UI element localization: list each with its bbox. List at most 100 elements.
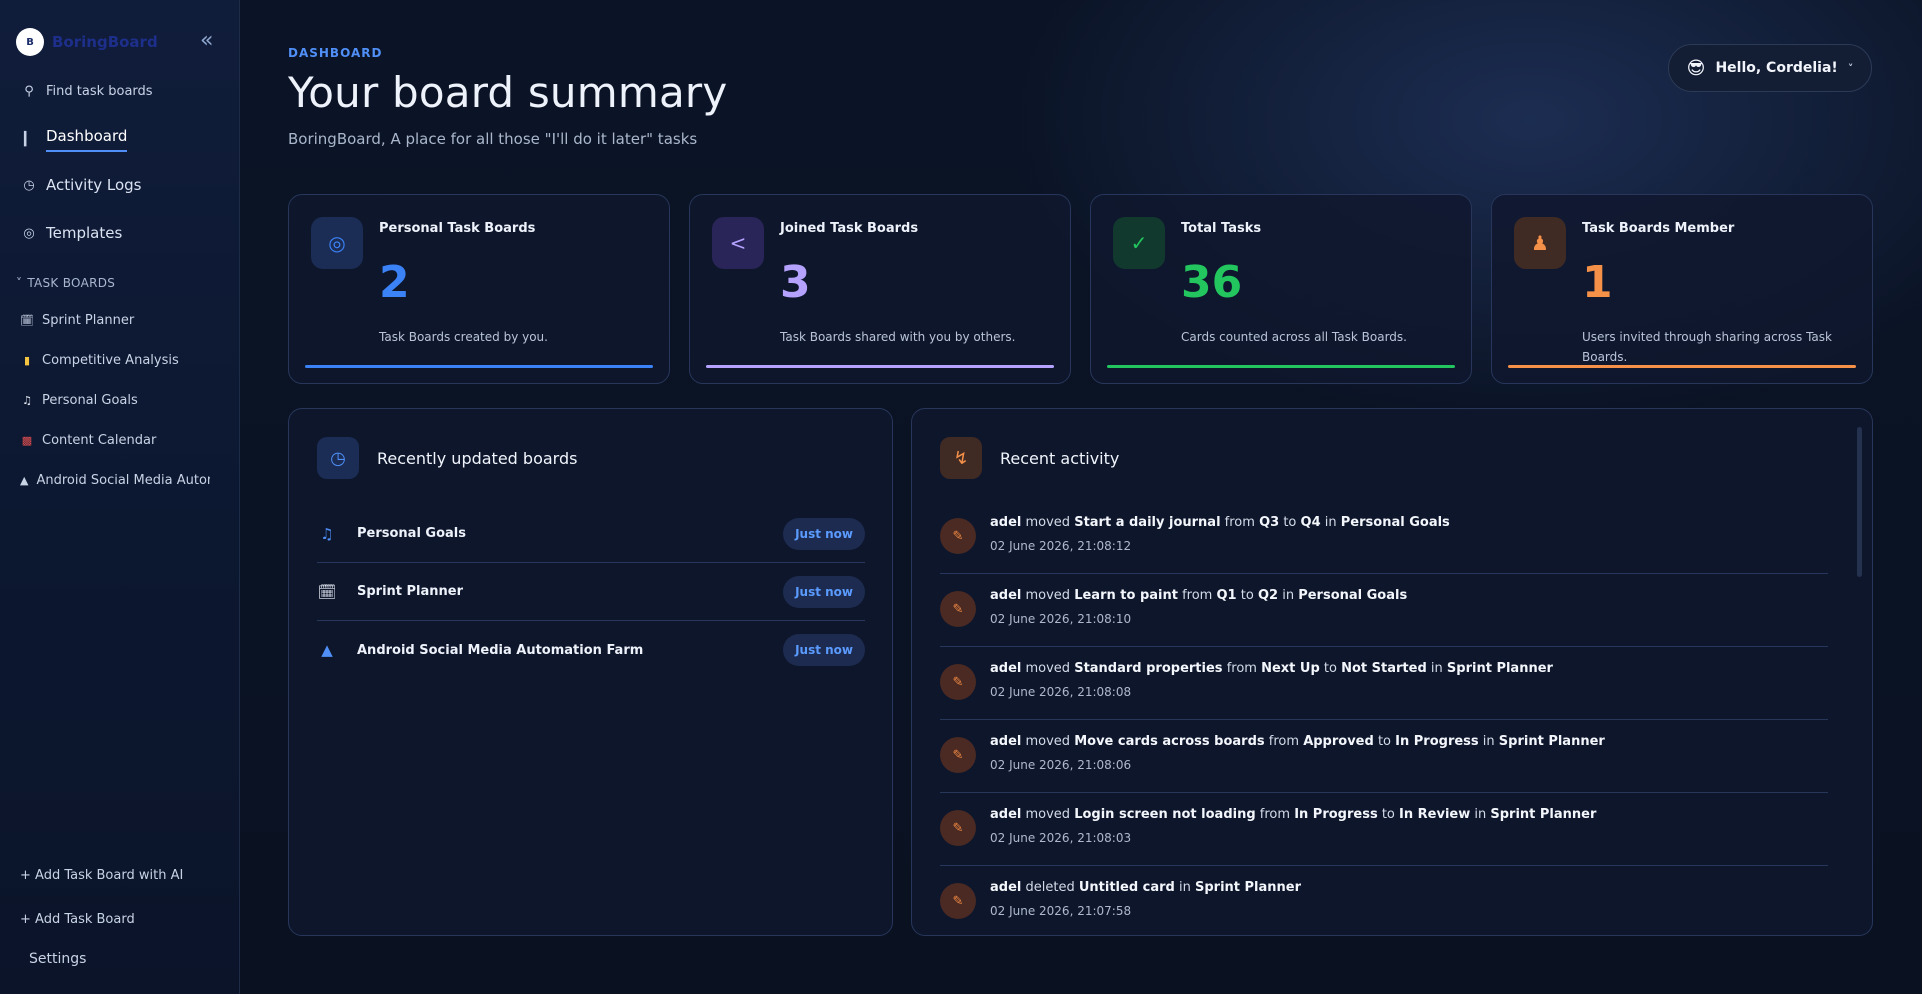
activity-user: adel: [990, 588, 1022, 603]
stat-card-personal[interactable]: ◎ Personal Task Boards 2 Task Boards cre…: [288, 194, 670, 384]
activity-date: 02 June 2026, 21:08:08: [990, 685, 1132, 699]
activity-row: ✎ adel moved Start a daily journal from …: [940, 501, 1828, 574]
chevron-down-icon: ˅: [1847, 61, 1854, 75]
word-to: to: [1381, 807, 1395, 822]
activity-to: Q2: [1257, 588, 1279, 603]
activity-row: ✎ adel deleted Untitled card in Sprint P…: [940, 866, 1828, 935]
nav-activity-logs[interactable]: ◷ Activity Logs: [22, 176, 141, 194]
stat-card-total-tasks[interactable]: ✓ Total Tasks 36 Cards counted across al…: [1090, 194, 1472, 384]
find-task-boards[interactable]: ⚲ Find task boards: [22, 84, 153, 99]
users-icon: ♟: [1514, 217, 1566, 269]
sidebar-board-label: Personal Goals: [42, 393, 138, 408]
activity-user: adel: [990, 734, 1022, 749]
activity-user: adel: [990, 515, 1022, 530]
word-to: to: [1283, 515, 1297, 530]
word-to: to: [1323, 661, 1337, 676]
stat-description: Task Boards created by you.: [379, 330, 548, 344]
tiktok-icon: ♫: [22, 394, 32, 407]
activity-row: ✎ adel moved Move cards across boards fr…: [940, 720, 1828, 793]
stat-card-members[interactable]: ♟ Task Boards Member 1 Users invited thr…: [1491, 194, 1873, 384]
word-from: from: [1226, 661, 1257, 676]
updated-badge: Just now: [783, 517, 865, 550]
activity-board: Sprint Planner: [1490, 807, 1597, 822]
templates-icon: ◎: [23, 225, 35, 241]
nav-dashboard-label: Dashboard: [46, 127, 128, 152]
nav-dashboard[interactable]: ▎ Dashboard: [22, 127, 128, 152]
stat-card-joined[interactable]: < Joined Task Boards 3 Task Boards share…: [689, 194, 1071, 384]
word-from: from: [1268, 734, 1300, 749]
stat-accent-bar: [706, 365, 1054, 368]
activity-row: ✎ adel moved Learn to paint from Q1 to Q…: [940, 574, 1828, 647]
activity-from: Next Up: [1261, 661, 1320, 676]
activity-date: 02 June 2026, 21:08:10: [990, 612, 1132, 626]
add-task-board-ai-button[interactable]: + Add Task Board with AI: [20, 868, 183, 883]
calendar-icon: ▩: [21, 434, 33, 447]
target-icon: ◎: [311, 217, 363, 269]
activity-to: Not Started: [1341, 661, 1427, 676]
sidebar-board-label: Android Social Media Automation Farm: [36, 473, 210, 488]
brand-name: BoringBoard: [52, 33, 158, 51]
word-in: in: [1482, 734, 1495, 749]
find-task-boards-label: Find task boards: [46, 84, 153, 99]
sidebar-board-android-farm[interactable]: ▲ Android Social Media Automation Farm: [20, 473, 210, 488]
stat-description: Users invited through sharing across Tas…: [1582, 330, 1832, 364]
sidebar-board-label: Sprint Planner: [42, 313, 135, 328]
activity-from: In Progress: [1294, 807, 1378, 822]
stat-description: Cards counted across all Task Boards.: [1181, 330, 1407, 344]
sidebar-board-content-calendar[interactable]: ▩ Content Calendar: [20, 433, 210, 448]
user-menu-button[interactable]: 😎 Hello, Cordelia! ˅: [1668, 44, 1872, 92]
activity-text: adel moved Standard properties from Next…: [990, 661, 1553, 676]
word-to: to: [1240, 588, 1254, 603]
updated-badge: Just now: [783, 575, 865, 608]
stat-title: Total Tasks: [1181, 221, 1262, 236]
stat-title: Personal Task Boards: [379, 221, 536, 236]
word-in: in: [1324, 515, 1337, 530]
recent-activity-header: ↯ Recent activity: [940, 437, 1119, 479]
avatar-emoji: 😎: [1686, 57, 1706, 79]
sidebar-board-sprint-planner[interactable]: 🗓 Sprint Planner: [20, 313, 210, 328]
word-from: from: [1182, 588, 1213, 603]
activity-card: Untitled card: [1078, 880, 1175, 895]
activity-board: Sprint Planner: [1446, 661, 1553, 676]
scrollbar[interactable]: [1857, 427, 1862, 577]
stat-description: Task Boards shared with you by others.: [780, 330, 1016, 344]
brand[interactable]: B BoringBoard: [16, 28, 158, 56]
stat-title: Task Boards Member: [1582, 221, 1735, 236]
search-icon: ⚲: [24, 84, 34, 99]
recent-board-row[interactable]: 🗓 Sprint Planner Just now: [317, 563, 865, 621]
activity-user: adel: [990, 880, 1022, 895]
recent-board-row[interactable]: ▲ Android Social Media Automation Farm J…: [317, 621, 865, 679]
logo: B: [16, 28, 44, 56]
activity-date: 02 June 2026, 21:08:06: [990, 758, 1132, 772]
stat-value: 1: [1582, 257, 1613, 308]
stat-title: Joined Task Boards: [780, 221, 919, 236]
recent-board-row[interactable]: ♫ Personal Goals Just now: [317, 505, 865, 563]
activity-date: 02 June 2026, 21:07:58: [990, 904, 1132, 918]
calendar-icon: 🗓: [20, 314, 34, 327]
nav-activity-logs-label: Activity Logs: [46, 176, 142, 194]
android-icon: ▲: [20, 474, 29, 487]
add-task-board-button[interactable]: + Add Task Board: [20, 912, 135, 927]
activity-board: Personal Goals: [1340, 515, 1450, 530]
word-from: from: [1259, 807, 1291, 822]
activity-text: adel moved Move cards across boards from…: [990, 734, 1605, 749]
page-title: Your board summary: [288, 68, 728, 117]
panel-title: Recently updated boards: [377, 448, 578, 468]
sidebar-board-personal-goals[interactable]: ♫ Personal Goals: [20, 393, 210, 408]
activity-text: adel moved Learn to paint from Q1 to Q2 …: [990, 588, 1407, 603]
activity-from: Q3: [1259, 515, 1280, 530]
activity-from: Approved: [1303, 734, 1374, 749]
activity-text: adel moved Login screen not loading from…: [990, 807, 1596, 822]
sidebar-board-label: Content Calendar: [42, 433, 157, 448]
nav-templates[interactable]: ◎ Templates: [22, 224, 122, 242]
updated-badge: Just now: [783, 634, 865, 666]
recent-boards-panel: ◷ Recently updated boards ♫ Personal Goa…: [288, 408, 893, 936]
activity-board: Personal Goals: [1298, 588, 1408, 603]
settings-link[interactable]: Settings: [29, 951, 86, 967]
collapse-sidebar-icon[interactable]: «: [200, 30, 213, 52]
bar-chart-icon: ▎: [24, 132, 34, 147]
word-in: in: [1282, 588, 1295, 603]
task-boards-section-toggle[interactable]: ˅ TASK BOARDS: [16, 276, 115, 290]
stat-accent-bar: [1107, 365, 1455, 368]
sidebar-board-competitive-analysis[interactable]: ▮ Competitive Analysis: [20, 353, 210, 368]
